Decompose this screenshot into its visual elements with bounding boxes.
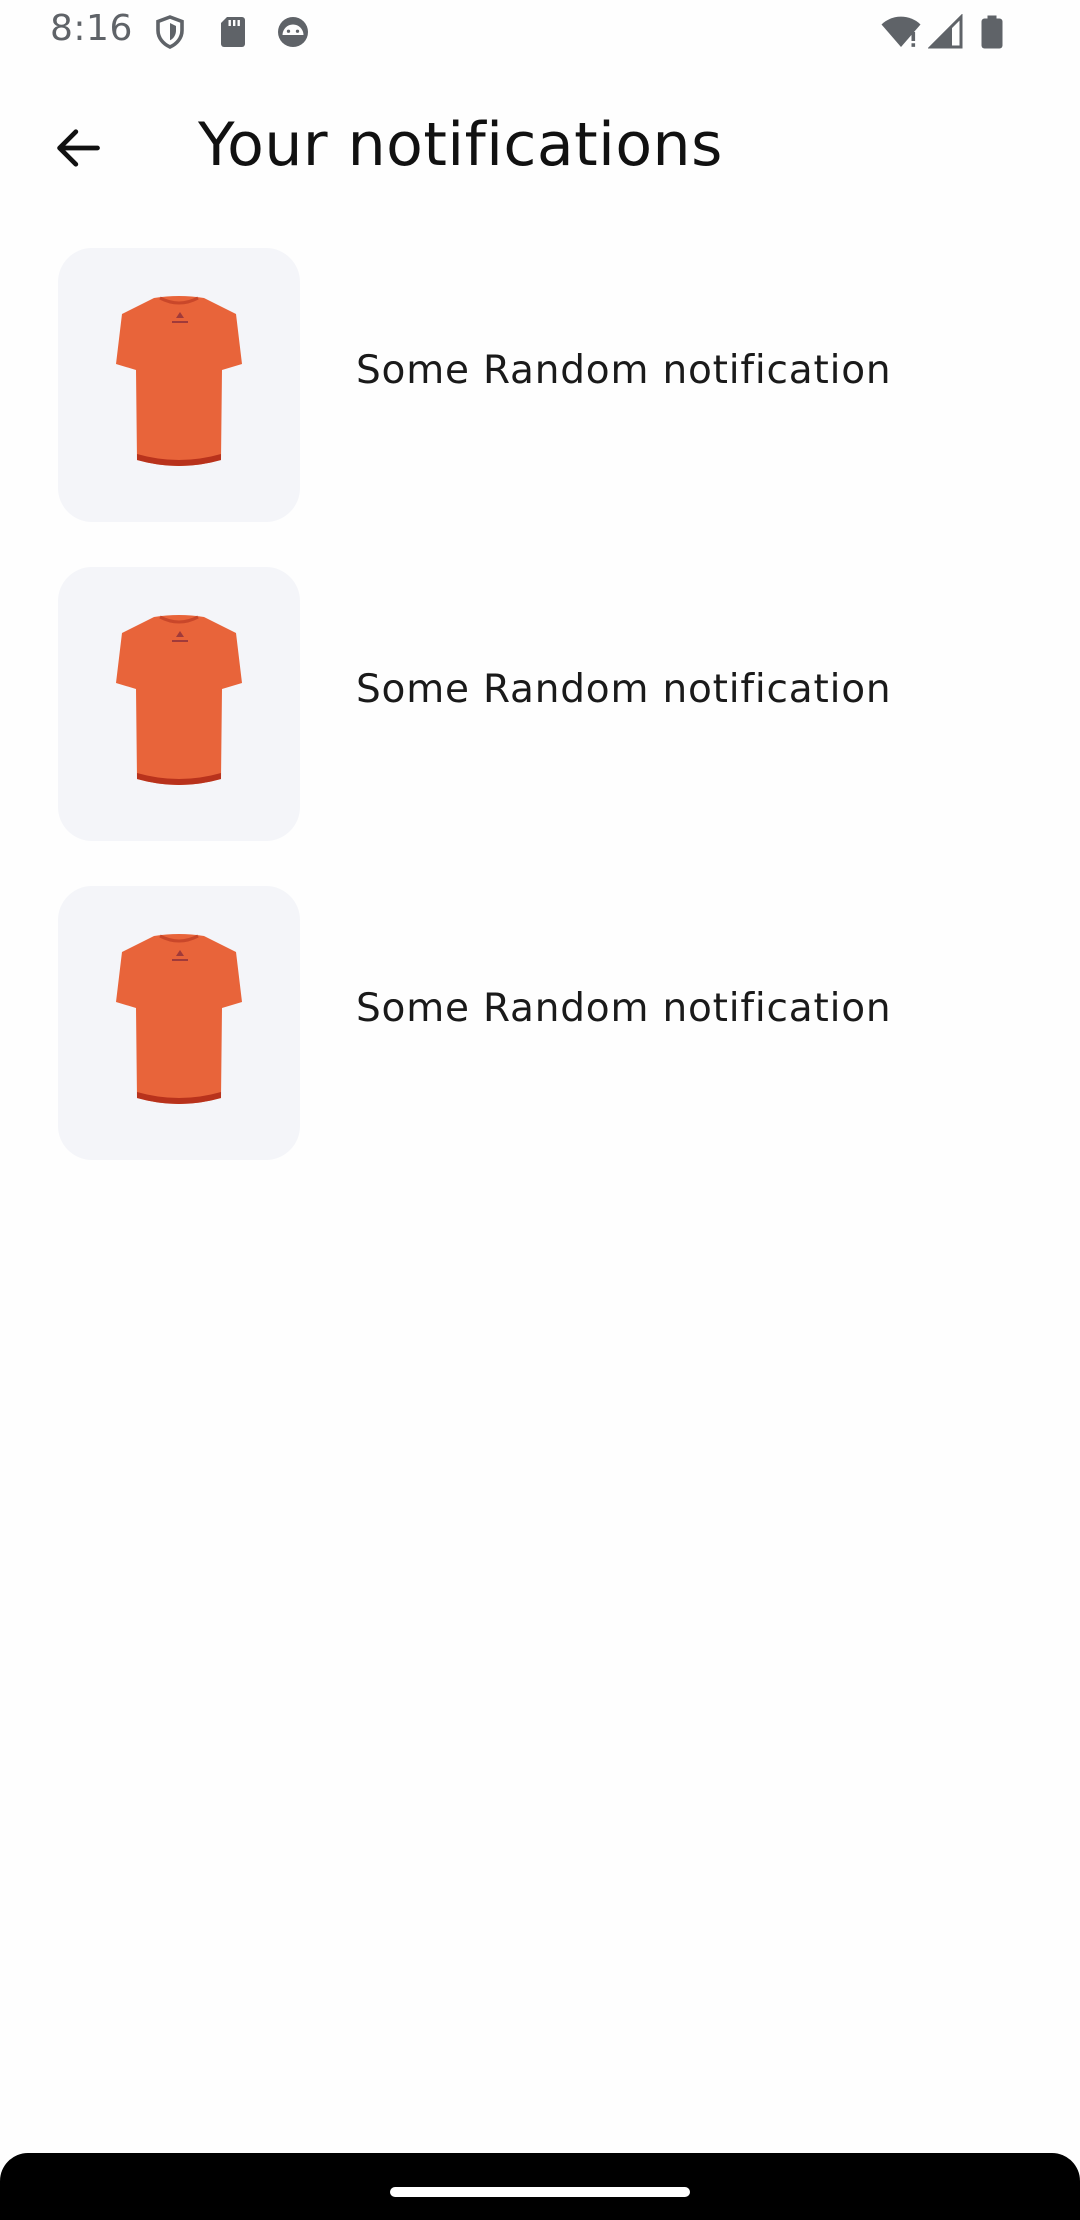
notification-list: Some Random notification Some Random not… bbox=[0, 248, 1080, 1205]
notification-thumbnail bbox=[58, 248, 300, 522]
notification-text: Some Random notification bbox=[356, 667, 892, 712]
notification-item[interactable]: Some Random notification bbox=[0, 886, 1080, 1160]
tshirt-image bbox=[114, 613, 244, 795]
battery-icon bbox=[978, 14, 1006, 50]
back-button[interactable] bbox=[36, 108, 120, 192]
tshirt-image bbox=[114, 294, 244, 476]
tshirt-image bbox=[114, 932, 244, 1114]
status-time: 8:16 bbox=[50, 8, 133, 49]
arrow-left-icon bbox=[52, 122, 104, 178]
notification-item[interactable]: Some Random notification bbox=[0, 567, 1080, 841]
status-bar: 8:16 bbox=[0, 0, 1080, 66]
navigation-bar bbox=[0, 2153, 1080, 2220]
sd-card-icon bbox=[215, 14, 251, 50]
wifi-icon bbox=[880, 14, 922, 50]
notifications-screen: 8:16 Your notifications Some Random noti… bbox=[0, 0, 1080, 2220]
app-header: Your notifications bbox=[0, 66, 1080, 236]
home-indicator[interactable] bbox=[390, 2187, 690, 2197]
cell-signal-icon bbox=[927, 13, 964, 50]
page-title: Your notifications bbox=[198, 110, 723, 180]
notification-text: Some Random notification bbox=[356, 348, 892, 393]
notification-thumbnail bbox=[58, 567, 300, 841]
notification-item[interactable]: Some Random notification bbox=[0, 248, 1080, 522]
notification-thumbnail bbox=[58, 886, 300, 1160]
shield-icon bbox=[152, 14, 188, 50]
notification-text: Some Random notification bbox=[356, 986, 892, 1031]
android-head-icon bbox=[275, 14, 311, 50]
